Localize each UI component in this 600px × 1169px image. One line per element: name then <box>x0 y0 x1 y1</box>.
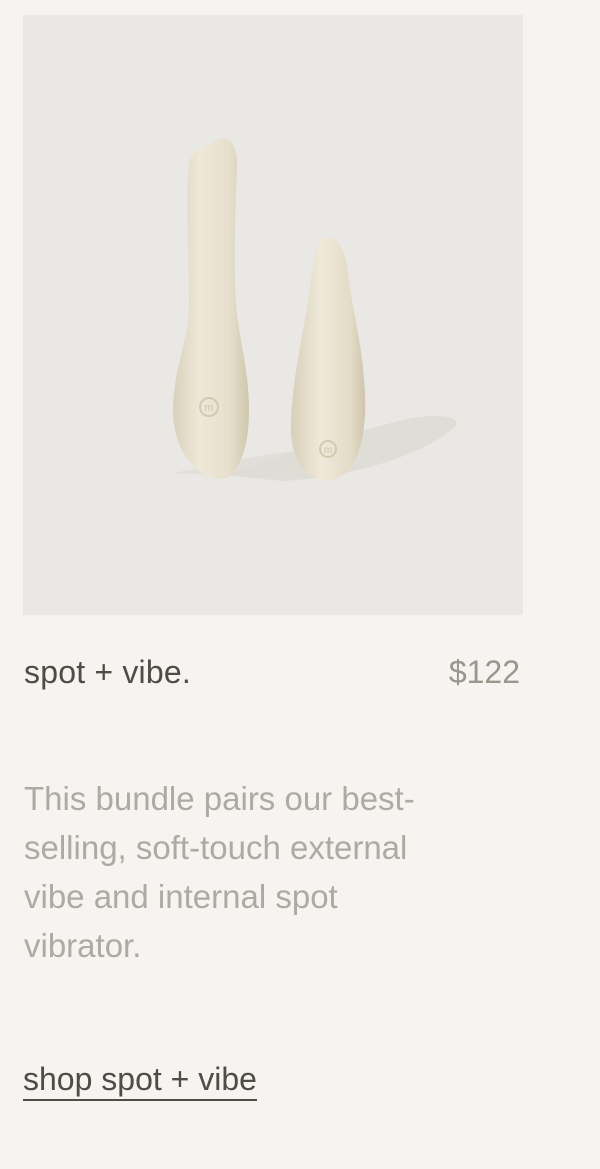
product-price: $122 <box>448 653 520 690</box>
product-title[interactable]: spot + vibe. <box>24 654 191 691</box>
product-image[interactable]: m m <box>23 15 523 615</box>
product-description: This bundle pairs our best-selling, soft… <box>24 780 415 964</box>
product-header: spot + vibe. $122 <box>24 650 520 694</box>
shop-link[interactable]: shop spot + vibe <box>23 1060 257 1101</box>
short-vibrator <box>290 237 366 480</box>
svg-text:m: m <box>204 402 213 414</box>
tall-vibrator <box>173 137 249 479</box>
product-photo: m m <box>173 137 457 481</box>
svg-text:m: m <box>324 445 332 456</box>
